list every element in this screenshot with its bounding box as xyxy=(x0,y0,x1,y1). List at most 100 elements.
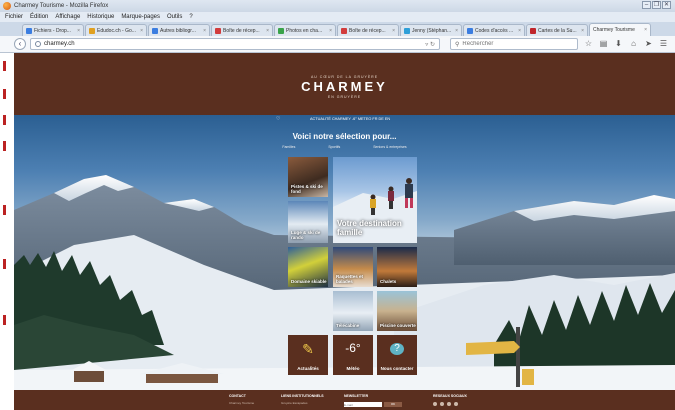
window-controls: – ❐ ✕ xyxy=(642,1,671,9)
menu-outils[interactable]: Outils xyxy=(167,14,182,20)
home-icon[interactable]: ⌂ xyxy=(629,39,638,48)
bookmark-star-icon[interactable]: ☆ xyxy=(584,39,593,48)
youtube-icon[interactable] xyxy=(447,402,451,406)
close-tab-icon[interactable]: × xyxy=(140,28,143,34)
reload-icon[interactable]: ▿ ↻ xyxy=(425,41,435,48)
top-info-bar[interactable]: ACTUALITÉ CHARMEY -6° METEO FR DE EN xyxy=(310,117,390,121)
close-window-button[interactable]: ✕ xyxy=(662,1,671,9)
tab-label: Edudoc.ch - Go... xyxy=(97,27,136,34)
menu-marque-pages[interactable]: Marque-pages xyxy=(121,14,160,20)
tab-gmail-2[interactable]: Boîte de récep... × xyxy=(337,24,399,36)
tile-label: Télécabine xyxy=(336,323,360,328)
newsletter-submit-button[interactable]: OK xyxy=(384,402,402,407)
edudoc-icon xyxy=(89,27,95,34)
swiss-flag-icon xyxy=(530,27,536,34)
firefox-logo-icon xyxy=(3,2,11,10)
close-tab-icon[interactable]: × xyxy=(518,28,521,34)
url-text[interactable]: charmey.ch xyxy=(44,41,75,47)
weather-temperature: -6° xyxy=(345,341,361,355)
close-tab-icon[interactable]: × xyxy=(455,28,458,34)
send-icon[interactable]: ➤ xyxy=(644,39,653,48)
footer-link[interactable]: Charmey Tourisme xyxy=(229,401,254,405)
tab-edudoc[interactable]: Edudoc.ch - Go... × xyxy=(85,24,147,36)
tile-chalets[interactable]: Chalets xyxy=(377,247,417,287)
newsletter-email-input[interactable] xyxy=(344,402,382,407)
tab-label: Cartes de la Su... xyxy=(538,27,577,34)
menu-edition[interactable]: Édition xyxy=(30,14,48,20)
search-box[interactable]: ⚲ xyxy=(450,38,578,50)
tab-bibliographie[interactable]: Autres bibliogr... × xyxy=(148,24,210,36)
search-icon: ⚲ xyxy=(455,41,460,48)
social-icons xyxy=(433,402,458,406)
close-tab-icon[interactable]: × xyxy=(329,28,332,34)
close-tab-icon[interactable]: × xyxy=(392,28,395,34)
back-button[interactable]: ‹ xyxy=(14,38,26,50)
tile-label: Pistes & ski de fond xyxy=(291,184,323,194)
tile-luge[interactable]: Luge & ski de rando xyxy=(288,201,328,243)
close-tab-icon[interactable]: × xyxy=(203,28,206,34)
globe-icon xyxy=(35,41,41,47)
tab-label: Fichiers - Drop... xyxy=(34,27,71,34)
reading-list-icon[interactable]: ▤ xyxy=(599,39,608,48)
menu-icon[interactable]: ☰ xyxy=(659,39,668,48)
tab-codes[interactable]: Codes d'accès ... × xyxy=(463,24,525,36)
navigation-bar: ‹ charmey.ch ▿ ↻ ⚲ ☆ ▤ ⬇ ⌂ ➤ ☰ xyxy=(0,36,675,53)
speech-bubble-icon: ? xyxy=(390,343,404,355)
selection-title: Voici notre sélection pour... xyxy=(292,132,397,141)
tab-dropbox[interactable]: Fichiers - Drop... × xyxy=(22,24,84,36)
tab-charmey[interactable]: Charmey Tourisme × xyxy=(589,23,651,36)
site-footer: CONTACT Charmey Tourisme LIENS INSTITUTI… xyxy=(14,390,675,410)
footer-heading: RESEAUX SOCIAUX xyxy=(433,394,467,398)
filter-familles[interactable]: Familles xyxy=(282,145,295,149)
minimize-button[interactable]: – xyxy=(642,1,651,9)
web-page: AU CŒUR DE LA GRUYÈRE CHARMEY EN GRUYÈRE xyxy=(14,53,675,410)
close-tab-icon[interactable]: × xyxy=(644,27,647,33)
tab-gmail-1[interactable]: Boîte de récep... × xyxy=(211,24,273,36)
search-input[interactable] xyxy=(462,41,573,47)
window-titlebar: Charmey Tourisme - Mozilla Firefox – ❐ ✕ xyxy=(0,0,675,12)
download-icon[interactable]: ⬇ xyxy=(614,39,623,48)
dropbox-icon xyxy=(26,27,32,34)
tile-telecabine[interactable]: Télécabine xyxy=(333,291,373,331)
tile-pistes[interactable]: Pistes & ski de fond xyxy=(288,157,328,197)
toolbar-icons: ☆ ▤ ⬇ ⌂ ➤ ☰ xyxy=(584,39,668,48)
facebook-icon[interactable] xyxy=(433,402,437,406)
footer-contact: CONTACT Charmey Tourisme xyxy=(229,394,254,405)
url-bar[interactable]: charmey.ch ▿ ↻ xyxy=(30,38,440,50)
tile-label: Actualités xyxy=(297,366,319,371)
filter-sportifs[interactable]: Sportifs xyxy=(328,145,340,149)
gmail-icon xyxy=(341,27,347,34)
tab-bar: Fichiers - Drop... × Edudoc.ch - Go... × A… xyxy=(0,22,675,36)
close-tab-icon[interactable]: × xyxy=(266,28,269,34)
tab-label: Boîte de récep... xyxy=(349,27,386,34)
tab-label: Photos en cha... xyxy=(286,27,323,34)
twitter-icon[interactable] xyxy=(440,402,444,406)
filter-seniors[interactable]: Seniors & entreprises xyxy=(373,145,406,149)
tile-domaine-skiable[interactable]: Domaine skiable xyxy=(288,247,328,287)
tile-actualites[interactable]: ✎ Actualités xyxy=(288,335,328,375)
menu-affichage[interactable]: Affichage xyxy=(55,14,80,20)
maximize-button[interactable]: ❐ xyxy=(652,1,661,9)
tile-piscine[interactable]: Piscine couverte xyxy=(377,291,417,331)
tab-photos[interactable]: Photos en cha... × xyxy=(274,24,336,36)
tile-destination-famille[interactable]: Votre destination famille xyxy=(333,157,417,243)
menu-fichier[interactable]: Fichier xyxy=(5,14,23,20)
close-tab-icon[interactable]: × xyxy=(77,28,80,34)
site-logo[interactable]: CHARMEY xyxy=(14,79,675,94)
footer-heading: LIENS INSTITUTIONNELS xyxy=(281,394,324,398)
menu-help[interactable]: ? xyxy=(189,14,192,20)
tile-raquettes[interactable]: Raquettes et balades xyxy=(333,247,373,287)
hero-section: ♡ ACTUALITÉ CHARMEY -6° METEO FR DE EN V… xyxy=(14,115,675,390)
close-tab-icon[interactable]: × xyxy=(581,28,584,34)
tab-cartes[interactable]: Cartes de la Su... × xyxy=(526,24,588,36)
tab-jenny[interactable]: Jenny (Stéphan... × xyxy=(400,24,462,36)
tile-contact[interactable]: ? Nous contacter xyxy=(377,335,417,375)
menu-historique[interactable]: Historique xyxy=(87,14,114,20)
instagram-icon[interactable] xyxy=(454,402,458,406)
footer-link[interactable]: Gruyère Escapades xyxy=(281,401,324,405)
footer-newsletter: NEWSLETTER xyxy=(344,394,368,401)
heart-icon[interactable]: ♡ xyxy=(276,116,280,122)
drive-icon xyxy=(278,27,284,34)
tile-meteo[interactable]: -6° Météo xyxy=(333,335,373,375)
logo-tagline-bottom: EN GRUYÈRE xyxy=(327,95,362,99)
